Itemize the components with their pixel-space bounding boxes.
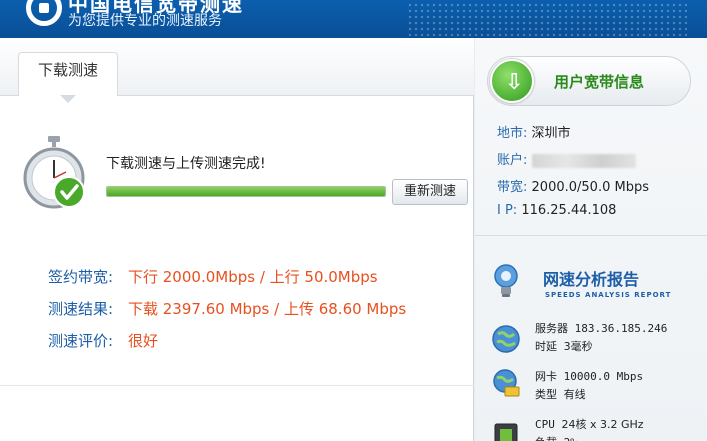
latency-value: 3毫秒 <box>563 340 593 353</box>
header-dot-pattern <box>407 2 687 36</box>
app-header: 中国电信宽带测速 为您提供专业的测速服务 <box>0 0 707 38</box>
cpu-info: CPU 24核 x 3.2 GHz 负载 2% <box>535 416 644 441</box>
user-info-title: 用户宽带信息 <box>554 73 645 91</box>
region-row: 地市: 深圳市 <box>497 122 571 141</box>
retest-button[interactable]: 重新测速 <box>392 179 468 205</box>
cpu-extra-value: 2% <box>564 436 577 441</box>
tab-bar: 下载测速 <box>0 38 474 96</box>
user-info-header: ⇩ 用户宽带信息 <box>487 56 691 106</box>
report-bulb-icon <box>494 264 518 297</box>
ip-value: 116.25.44.108 <box>521 203 617 218</box>
account-value-redacted <box>531 153 636 168</box>
tab-download-test[interactable]: 下载测速 <box>18 52 118 96</box>
download-arrow-icon: ⇩ <box>490 59 534 103</box>
progress-fill <box>107 187 385 196</box>
cpu-value: 24核 x 3.2 GHz <box>561 418 644 431</box>
progress-bar <box>106 186 386 197</box>
bandwidth-label: 带宽: <box>497 180 528 195</box>
contract-bandwidth-label: 签约带宽: <box>48 268 114 286</box>
test-status-text: 下载测速与上传测速完成! <box>106 156 266 172</box>
panel-divider <box>0 385 474 386</box>
speed-test-panel: 下载测速 下载测速与上传测速完成! 重新测速 签约带宽: 下行 2000.0Mbp… <box>0 38 474 441</box>
type-label: 类型 <box>535 388 557 401</box>
right-divider <box>475 235 707 236</box>
account-row: 账户: <box>497 149 636 168</box>
account-label: 账户: <box>497 153 528 168</box>
server-info: 服务器 183.36.185.246 时延 3毫秒 <box>535 320 667 356</box>
cpu-extra-label: 负载 <box>535 436 557 441</box>
app-subtitle: 为您提供专业的测速服务 <box>68 13 222 29</box>
network-card-icon <box>493 369 520 397</box>
china-telecom-logo-icon <box>26 0 62 26</box>
report-title: 网速分析报告 <box>543 270 640 289</box>
server-label: 服务器 <box>535 322 568 335</box>
ip-row: I P: 116.25.44.108 <box>497 203 616 218</box>
nic-label: 网卡 <box>535 370 557 383</box>
bandwidth-row: 带宽: 2000.0/50.0 Mbps <box>497 176 649 195</box>
test-result-row: 测速结果: 下载 2397.60 Mbps / 上传 68.60 Mbps <box>48 298 406 319</box>
contract-bandwidth-value: 下行 2000.0Mbps / 上行 50.0Mbps <box>128 268 378 286</box>
cpu-chip-icon <box>494 423 518 441</box>
test-result-value: 下载 2397.60 Mbps / 上传 68.60 Mbps <box>128 300 407 318</box>
region-value: 深圳市 <box>531 126 571 141</box>
ip-label: I P: <box>497 203 518 218</box>
user-info-panel: ⇩ 用户宽带信息 地市: 深圳市 账户: 带宽: 2000.0/50.0 Mbp… <box>475 38 707 441</box>
cpu-label: CPU <box>535 418 555 431</box>
test-rating-value: 很好 <box>128 332 159 350</box>
nic-info: 网卡 10000.0 Mbps 类型 有线 <box>535 368 643 404</box>
server-value: 183.36.185.246 <box>574 322 668 335</box>
nic-value: 10000.0 Mbps <box>563 370 644 383</box>
report-subtitle: SPEEDS ANALYSIS REPORT <box>545 291 672 299</box>
globe-server-icon <box>492 325 520 353</box>
test-rating-label: 测速评价: <box>48 332 114 350</box>
latency-label: 时延 <box>535 340 557 353</box>
type-value: 有线 <box>563 388 586 401</box>
tab-pointer <box>60 95 76 103</box>
test-rating-row: 测速评价: 很好 <box>48 330 158 351</box>
stopwatch-check-icon <box>23 136 85 209</box>
bandwidth-value: 2000.0/50.0 Mbps <box>531 180 649 195</box>
contract-bandwidth-row: 签约带宽: 下行 2000.0Mbps / 上行 50.0Mbps <box>48 266 378 287</box>
test-result-label: 测速结果: <box>48 300 114 318</box>
region-label: 地市: <box>497 126 528 141</box>
